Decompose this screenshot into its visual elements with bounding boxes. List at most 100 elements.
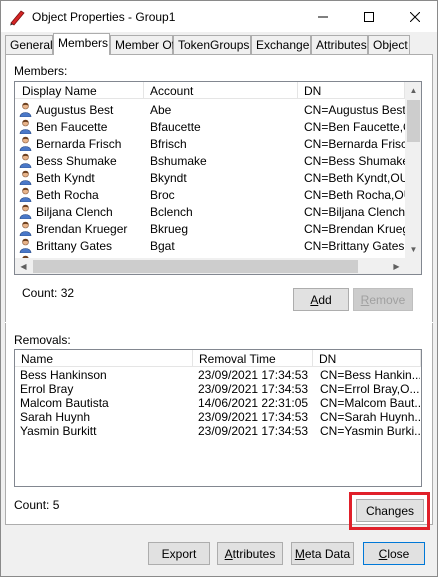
add-button-label: Add (310, 293, 331, 307)
tab-tokengroups[interactable]: TokenGroups (173, 35, 251, 54)
attributes-button[interactable]: Attributes (217, 542, 283, 565)
scroll-right-icon[interactable]: ▶ (388, 258, 405, 274)
member-dn: CN=Brittany Gates,OU... (304, 239, 405, 253)
minimize-icon (318, 16, 328, 17)
tab-object[interactable]: Object (368, 35, 410, 54)
member-dn: CN=Augustus Best,O... (304, 103, 405, 117)
members-hscroll-thumb[interactable] (33, 260, 358, 273)
user-icon (19, 102, 32, 117)
member-row[interactable]: Augustus Best Abe CN=Augustus Best,O... (15, 101, 405, 118)
close-rest: lose (387, 546, 410, 561)
col-removal-dn[interactable]: DN (313, 350, 421, 367)
user-icon (19, 238, 32, 253)
members-hscrollbar[interactable]: ◀ ▶ (15, 258, 405, 274)
tab-members[interactable]: Members (53, 33, 110, 55)
removal-dn: CN=Yasmin Burki... (320, 424, 420, 438)
user-icon (19, 170, 32, 185)
removals-count: Count: 5 (14, 498, 60, 512)
member-row[interactable]: Bernarda Frisch Bfrisch CN=Bernarda Frisch… (15, 135, 405, 152)
member-dn: CN=Bess Shumake,O... (304, 154, 405, 168)
member-dn: CN=Brendan Krueger,... (304, 222, 405, 236)
member-display-name: Biljana Clench (36, 205, 113, 219)
member-dn: CN=Beth Kyndt,OU=D... (304, 171, 405, 185)
window-title: Object Properties - Group1 (32, 10, 176, 24)
maximize-button[interactable] (346, 1, 392, 32)
metadata-mnemonic: M (294, 546, 305, 561)
member-display-name: Bess Shumake (36, 154, 117, 168)
member-account: Broc (150, 188, 175, 202)
user-icon (19, 221, 32, 236)
member-display-name: Brittany Gates (36, 239, 113, 253)
members-list[interactable]: Display Name Account DN Augustus Best Abe… (14, 81, 422, 275)
changes-button[interactable]: Changes (356, 499, 424, 522)
minimize-button[interactable] (300, 1, 346, 32)
removal-row[interactable]: Bess Hankinson 23/09/2021 17:34:53 CN=Bess… (15, 368, 421, 382)
members-label: Members: (14, 64, 68, 78)
user-icon (19, 187, 32, 202)
member-row[interactable]: Beth Rocha Broc CN=Beth Rocha,OU=... (15, 186, 405, 203)
scroll-left-icon[interactable]: ◀ (15, 258, 32, 274)
member-dn: CN=Ben Faucette,OU... (304, 120, 405, 134)
col-removal-time[interactable]: Removal Time (193, 350, 313, 367)
member-dn: CN=Biljana Clench,O... (304, 205, 405, 219)
scroll-up-icon[interactable]: ▲ (405, 82, 421, 99)
title-bar[interactable]: Object Properties - Group1 (1, 1, 437, 32)
member-row[interactable]: Brittany Gates Bgat CN=Brittany Gates,OU..… (15, 237, 405, 254)
close-window-button[interactable] (392, 1, 438, 32)
col-display-name[interactable]: Display Name (15, 82, 144, 99)
col-name[interactable]: Name (15, 350, 193, 367)
members-vscroll-thumb[interactable] (407, 100, 420, 142)
member-row[interactable]: Ben Faucette Bfaucette CN=Ben Faucette,OU.… (15, 118, 405, 135)
meta-data-button-label: Meta Data (295, 547, 350, 561)
members-list-header: Display Name Account DN (15, 82, 405, 99)
member-row[interactable]: Beth Kyndt Bkyndt CN=Beth Kyndt,OU=D... (15, 169, 405, 186)
member-dn: CN=Bernarda Frisch,C... (304, 137, 405, 151)
removal-row[interactable]: Malcom Bautista 14/06/2021 22:31:05 CN=Mal… (15, 396, 421, 410)
scroll-down-icon[interactable]: ▼ (405, 241, 421, 258)
export-button[interactable]: Export (148, 542, 210, 565)
member-display-name: Ben Faucette (36, 120, 108, 134)
attributes-rest: ttributes (232, 546, 276, 561)
user-icon (19, 153, 32, 168)
scroll-corner (405, 258, 421, 274)
tab-general[interactable]: General (5, 35, 53, 54)
col-account[interactable]: Account (144, 82, 298, 99)
removal-row[interactable]: Sarah Huynh 23/09/2021 17:34:53 CN=Sarah H… (15, 410, 421, 424)
maximize-icon (364, 11, 374, 22)
tab-attributes[interactable]: Attributes (311, 35, 368, 54)
col-dn[interactable]: DN (298, 82, 405, 99)
remove-button[interactable]: Remove (353, 288, 413, 311)
remove-button-label: Remove (361, 293, 406, 307)
object-properties-window: Object Properties - Group1 General Membe… (0, 0, 438, 577)
add-rest: dd (318, 292, 332, 307)
section-divider (5, 322, 433, 323)
meta-data-button[interactable]: Meta Data (291, 542, 354, 565)
member-account: Bkrueg (150, 222, 189, 236)
removal-row[interactable]: Errol Bray 23/09/2021 17:34:53 CN=Errol Br… (15, 382, 421, 396)
removal-row[interactable]: Yasmin Burkitt 23/09/2021 17:34:53 CN=Yasm… (15, 424, 421, 438)
close-icon (410, 11, 420, 22)
close-button[interactable]: Close (363, 542, 425, 565)
attributes-mnemonic: A (224, 546, 233, 561)
removals-list-header: Name Removal Time DN (15, 350, 421, 367)
user-icon (19, 119, 32, 134)
member-row[interactable]: Bess Shumake Bshumake CN=Bess Shumake,O... (15, 152, 405, 169)
add-button[interactable]: Add (293, 288, 349, 311)
member-account: Bgat (150, 239, 175, 253)
members-vscrollbar[interactable]: ▲ ▼ (405, 82, 421, 258)
user-icon (19, 136, 32, 151)
tab-member-of[interactable]: Member Of (110, 35, 175, 54)
tab-exchange[interactable]: Exchange (251, 35, 311, 54)
remove-rest: emove (369, 292, 406, 307)
removals-list[interactable]: Name Removal Time DN Bess Hankinson 23/09… (14, 349, 422, 487)
member-row[interactable]: Brendan Krueger Bkrueg CN=Brendan Krueger,… (15, 220, 405, 237)
removal-name: Yasmin Burkitt (20, 424, 97, 438)
member-dn: CN=Beth Rocha,OU=... (304, 188, 405, 202)
member-display-name: Bernarda Frisch (36, 137, 122, 151)
member-display-name: Beth Rocha (36, 188, 99, 202)
member-account: Abe (150, 103, 172, 117)
metadata-rest: eta Data (304, 546, 351, 561)
member-account: Bkyndt (150, 171, 187, 185)
member-row[interactable]: Biljana Clench Bclench CN=Biljana Clench,O… (15, 203, 405, 220)
removals-label: Removals: (14, 333, 71, 347)
